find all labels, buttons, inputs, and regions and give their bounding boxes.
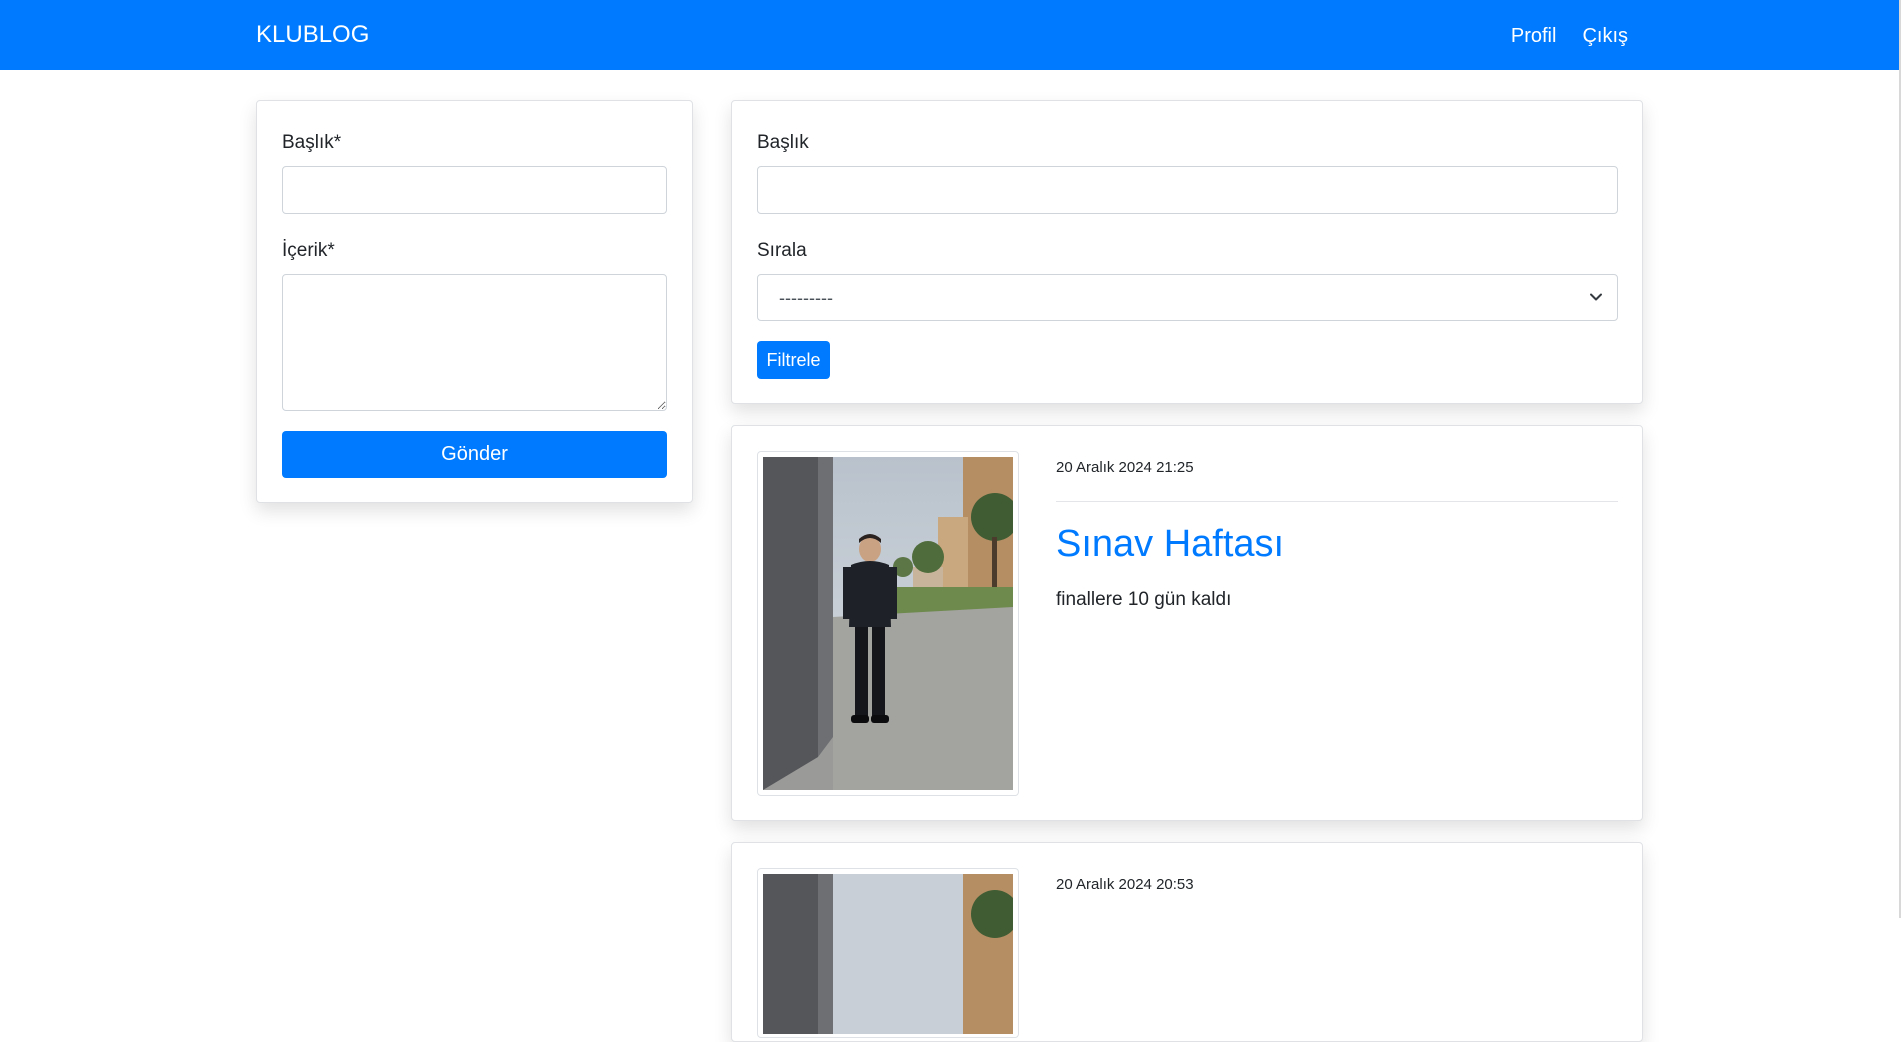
post-title[interactable]: Sınav Haftası	[1056, 521, 1284, 567]
post-date: 20 Aralık 2024 21:25	[1056, 459, 1194, 476]
filter-button[interactable]: Filtrele	[757, 341, 830, 379]
create-post-card: Başlık* İçerik* Gönder	[256, 100, 693, 503]
post-date: 20 Aralık 2024 20:53	[1056, 876, 1194, 893]
navbar: KLUBLOG Profil Çıkış	[0, 0, 1901, 70]
filter-title-input[interactable]	[757, 166, 1618, 214]
post-image[interactable]	[757, 868, 1019, 1038]
title-input[interactable]	[282, 166, 667, 214]
brand-link[interactable]: KLUBLOG	[256, 20, 369, 50]
post-image[interactable]	[757, 451, 1019, 796]
filter-title-label: Başlık	[757, 132, 809, 153]
content-label: İçerik*	[282, 240, 335, 261]
filter-card: Başlık Sırala --------- Filtrele	[731, 100, 1643, 404]
post-body: finallere 10 gün kaldı	[1056, 589, 1232, 610]
post-photo	[763, 457, 1018, 790]
content-textarea[interactable]	[282, 274, 667, 411]
sort-label: Sırala	[757, 240, 807, 261]
sort-select[interactable]: ---------	[757, 274, 1618, 321]
nav-links: Profil Çıkış	[1511, 22, 1628, 50]
post-card: 20 Aralık 2024 20:53	[731, 842, 1643, 1042]
post-divider	[1056, 501, 1618, 502]
nav-link-logout[interactable]: Çıkış	[1582, 22, 1628, 50]
submit-button[interactable]: Gönder	[282, 431, 667, 478]
post-photo	[763, 874, 1018, 1034]
sort-selected-value: ---------	[779, 288, 833, 308]
title-label: Başlık*	[282, 132, 342, 153]
post-card: 20 Aralık 2024 21:25 Sınav Haftası final…	[731, 425, 1643, 821]
nav-link-profile[interactable]: Profil	[1511, 22, 1557, 50]
chevron-down-icon	[1590, 293, 1602, 301]
